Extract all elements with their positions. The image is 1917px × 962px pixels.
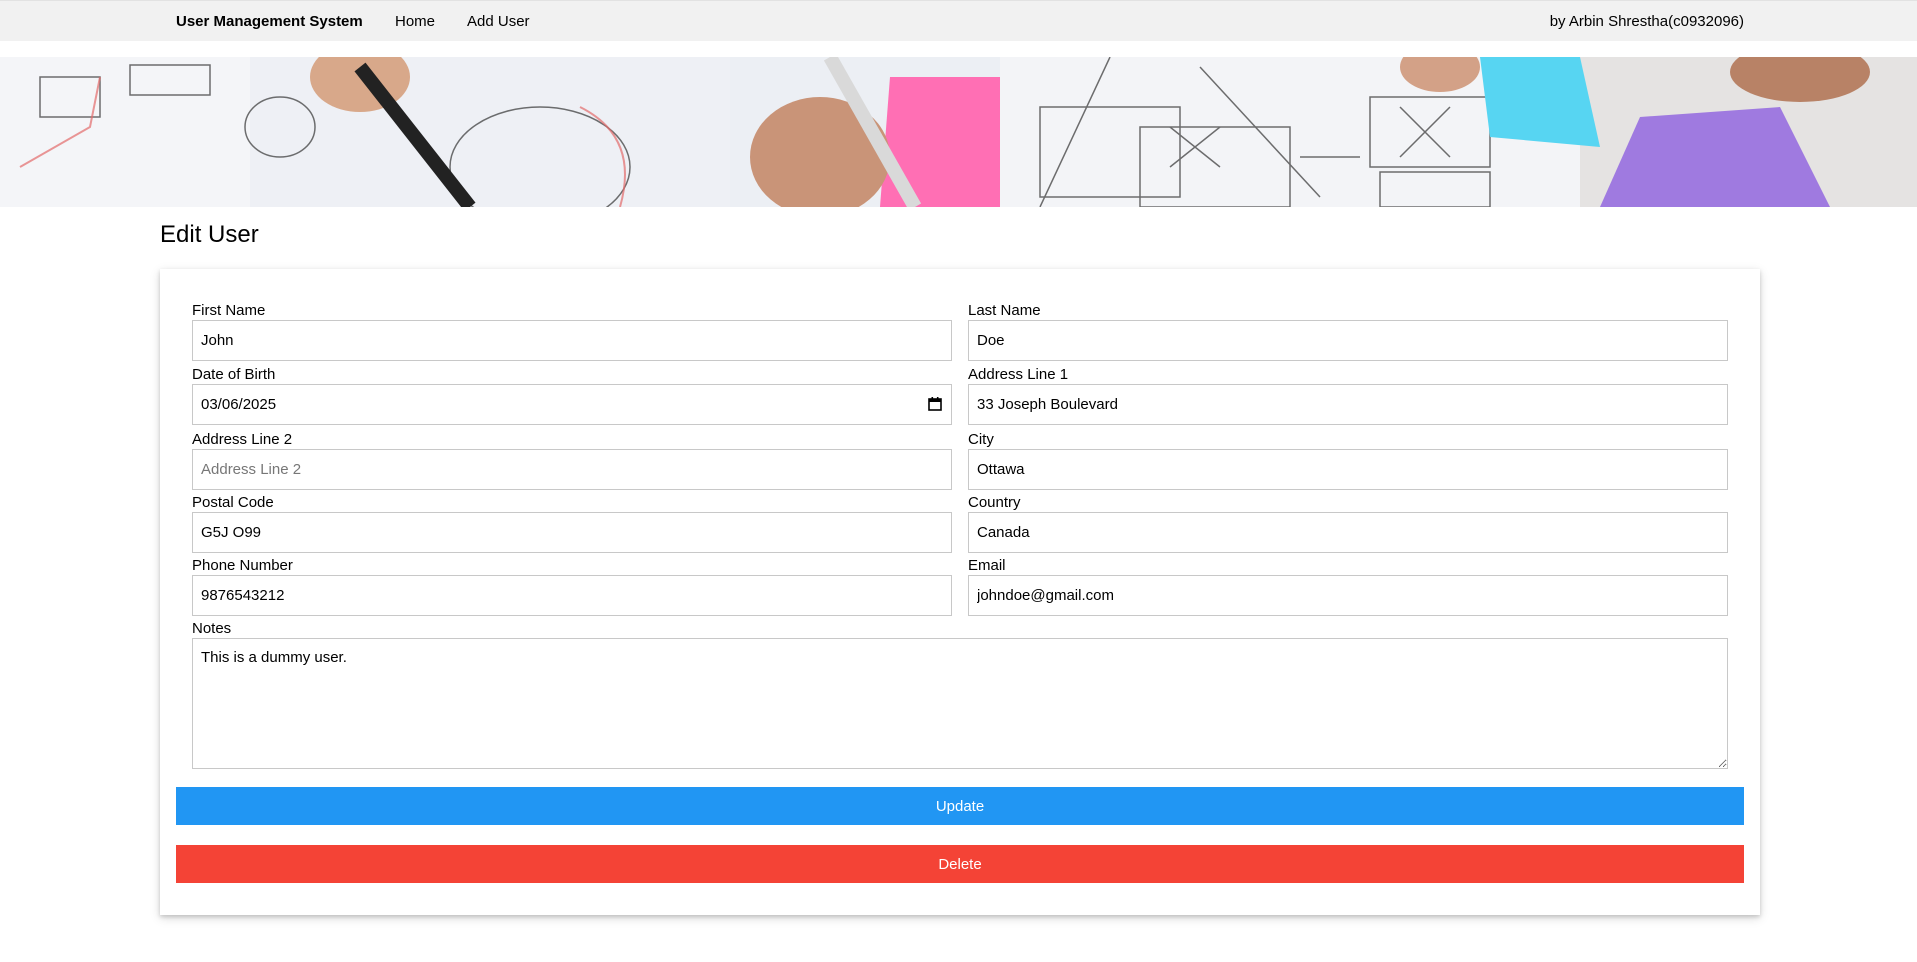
address-line-2-label: Address Line 2: [192, 431, 293, 448]
first-name-label: First Name: [192, 302, 266, 319]
city-input[interactable]: [968, 449, 1728, 490]
hero-banner-image: [0, 57, 1917, 207]
phone-number-field: Phone Number: [192, 556, 952, 616]
country-input[interactable]: [968, 512, 1728, 553]
last-name-input[interactable]: [968, 320, 1728, 361]
edit-user-form: First Name Last Name Date of Birth Addre…: [160, 269, 1760, 915]
phone-number-input[interactable]: [192, 575, 952, 616]
address-line-2-field: Address Line 2: [192, 430, 952, 490]
nav-add-user-link[interactable]: Add User: [467, 13, 530, 30]
update-button[interactable]: Update: [176, 787, 1744, 825]
last-name-label: Last Name: [968, 302, 1041, 319]
calendar-icon[interactable]: [928, 397, 942, 411]
notes-field: Notes This is a dummy user.: [192, 619, 1728, 769]
city-field: City: [968, 430, 1728, 490]
phone-number-label: Phone Number: [192, 557, 293, 574]
address-line-1-input[interactable]: [968, 384, 1728, 425]
address-line-1-label: Address Line 1: [968, 366, 1069, 383]
city-label: City: [968, 431, 994, 448]
email-label: Email: [968, 557, 1006, 574]
address-line-1-field: Address Line 1: [968, 365, 1728, 425]
page-title: Edit User: [160, 221, 259, 248]
first-name-field: First Name: [192, 301, 952, 361]
date-of-birth-label: Date of Birth: [192, 366, 276, 383]
email-input[interactable]: [968, 575, 1728, 616]
postal-code-label: Postal Code: [192, 494, 274, 511]
date-of-birth-input[interactable]: [192, 384, 952, 425]
last-name-field: Last Name: [968, 301, 1728, 361]
top-navbar: User Management System Home Add User by …: [0, 0, 1917, 41]
email-field: Email: [968, 556, 1728, 616]
country-label: Country: [968, 494, 1021, 511]
country-field: Country: [968, 493, 1728, 553]
date-of-birth-field: Date of Birth: [192, 365, 952, 425]
brand-link[interactable]: User Management System: [176, 13, 363, 30]
notes-label: Notes: [192, 620, 232, 637]
postal-code-field: Postal Code: [192, 493, 952, 553]
author-credit: by Arbin Shrestha(c0932096): [1549, 13, 1744, 30]
address-line-2-input[interactable]: [192, 449, 952, 490]
nav-home-link[interactable]: Home: [395, 13, 435, 30]
notes-textarea[interactable]: This is a dummy user.: [192, 638, 1728, 769]
postal-code-input[interactable]: [192, 512, 952, 553]
first-name-input[interactable]: [192, 320, 952, 361]
delete-button[interactable]: Delete: [176, 845, 1744, 883]
